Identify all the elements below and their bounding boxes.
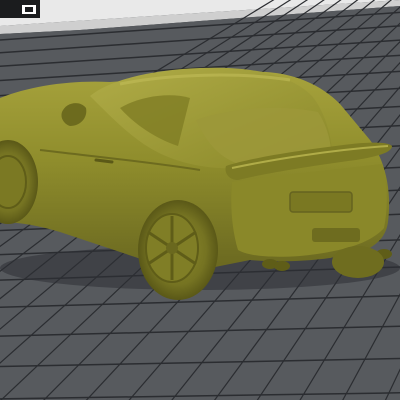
build-plate-scene[interactable] [0,0,400,400]
door-handle [94,158,114,164]
view-cube-icon[interactable] [0,0,40,18]
rear-diffuser [312,228,360,242]
3d-viewport[interactable] [0,0,400,400]
far-rear-wheel [332,246,384,278]
rear-wheel [138,200,218,300]
license-plate-recess [289,191,353,213]
